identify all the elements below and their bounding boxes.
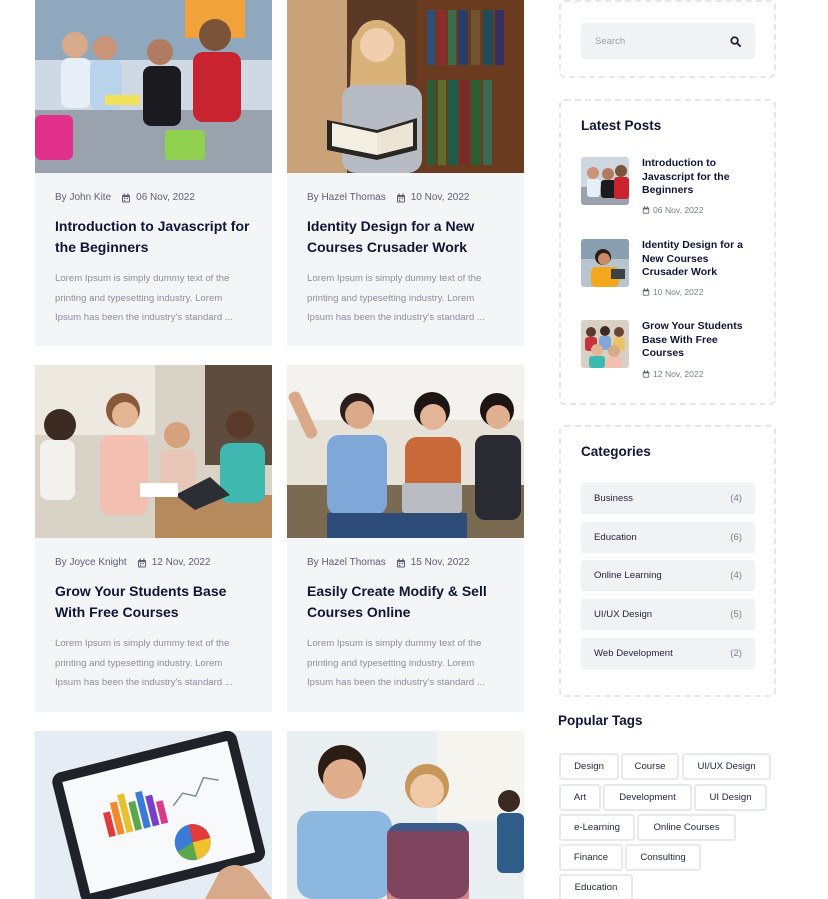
calendar-icon	[396, 558, 406, 568]
calendar-icon	[137, 558, 147, 568]
post-title[interactable]: Introduction to Javascript for the Begin…	[55, 216, 254, 258]
post-image[interactable]	[35, 0, 272, 173]
tag-design[interactable]: Design	[559, 753, 619, 780]
post-date: 06 Nov, 2022	[136, 192, 195, 203]
latest-posts-heading: Latest Posts	[581, 118, 662, 133]
latest-post-date: 06 Nov, 2022	[642, 205, 703, 215]
post-meta: By Hazel Thomas 15 Nov, 2022	[307, 557, 470, 568]
category-item-education[interactable]: Education (6)	[581, 522, 755, 553]
calendar-icon	[642, 206, 650, 214]
post-title[interactable]: Grow Your Students Base With Free Course…	[55, 581, 254, 623]
tag-e-learning[interactable]: e-Learning	[559, 814, 635, 841]
latest-post-title[interactable]: Grow Your Students Base With Free Course…	[642, 320, 756, 361]
post-date: 15 Nov, 2022	[410, 557, 470, 568]
post-image[interactable]	[35, 365, 272, 538]
latest-post-thumbnail[interactable]	[581, 157, 629, 205]
post-meta: By Joyce Knight 12 Nov, 2022	[55, 557, 210, 568]
category-count: (6)	[730, 532, 742, 543]
tag-art[interactable]: Art	[559, 784, 601, 811]
latest-post-date-text: 10 Nov, 2022	[653, 287, 704, 297]
tag-ui-design[interactable]: UI Design	[694, 784, 767, 811]
category-count: (2)	[730, 648, 742, 659]
category-label: Web Development	[594, 648, 673, 659]
latest-post-title[interactable]: Introduction to Javascript for the Begin…	[642, 157, 756, 198]
tag-ui-ux-design[interactable]: UI/UX Design	[682, 753, 771, 780]
post-author[interactable]: By Joyce Knight	[55, 557, 127, 568]
calendar-icon	[642, 370, 650, 378]
post-excerpt: Lorem Ipsum is simply dummy text of the …	[55, 638, 233, 688]
category-item-online-learning[interactable]: Online Learning (4)	[581, 560, 755, 591]
post-date: 10 Nov, 2022	[410, 192, 470, 203]
latest-post-date-text: 06 Nov, 2022	[653, 205, 704, 215]
blog-card[interactable]	[35, 731, 272, 899]
latest-post-date-text: 12 Nov, 2022	[653, 369, 704, 379]
post-author[interactable]: By Hazel Thomas	[307, 192, 386, 203]
post-image[interactable]	[287, 365, 524, 538]
category-label: Online Learning	[594, 570, 662, 581]
category-item-web-development[interactable]: Web Development (2)	[581, 638, 755, 669]
category-label: UI/UX Design	[594, 609, 653, 620]
post-title[interactable]: Identity Design for a New Courses Crusad…	[307, 216, 506, 258]
search-widget: Search	[559, 0, 776, 78]
latest-post-item[interactable]: Identity Design for a New Courses Crusad…	[581, 239, 756, 309]
post-date: 12 Nov, 2022	[151, 557, 211, 568]
tag-course[interactable]: Course	[621, 753, 679, 780]
post-excerpt: Lorem Ipsum is simply dummy text of the …	[55, 273, 233, 323]
post-excerpt: Lorem Ipsum is simply dummy text of the …	[307, 638, 485, 688]
tag-consulting[interactable]: Consulting	[625, 844, 701, 871]
latest-post-item[interactable]: Grow Your Students Base With Free Course…	[581, 320, 756, 390]
latest-posts-widget: Latest Posts Introduction to Javascript …	[559, 99, 776, 405]
category-label: Education	[594, 532, 637, 543]
category-item-ui-ux-design[interactable]: UI/UX Design (5)	[581, 599, 755, 630]
post-image[interactable]	[35, 731, 272, 899]
category-item-business[interactable]: Business (4)	[581, 483, 755, 514]
calendar-icon	[642, 288, 650, 296]
tag-education[interactable]: Education	[559, 874, 633, 899]
latest-post-date: 12 Nov, 2022	[642, 369, 703, 379]
blog-card[interactable]: By Joyce Knight 12 Nov, 2022 Grow Your S…	[35, 365, 272, 712]
post-author[interactable]: By John Kite	[55, 192, 111, 203]
categories-widget: Categories Business (4) Education (6) On…	[559, 425, 776, 697]
post-title[interactable]: Easily Create Modify & Sell Courses Onli…	[307, 581, 506, 623]
post-image[interactable]	[287, 731, 524, 899]
latest-post-title[interactable]: Identity Design for a New Courses Crusad…	[642, 239, 756, 280]
popular-tags-heading: Popular Tags	[558, 713, 643, 728]
post-image[interactable]	[287, 0, 524, 173]
category-label: Business	[594, 493, 633, 504]
tag-online-courses[interactable]: Online Courses	[637, 814, 736, 841]
latest-post-date: 10 Nov, 2022	[642, 287, 703, 297]
blog-card[interactable]: By Hazel Thomas 15 Nov, 2022 Easily Crea…	[287, 365, 524, 712]
calendar-icon	[396, 193, 406, 203]
post-author[interactable]: By Hazel Thomas	[307, 557, 386, 568]
post-meta: By Hazel Thomas 10 Nov, 2022	[307, 192, 470, 203]
latest-post-thumbnail[interactable]	[581, 239, 629, 287]
search-placeholder: Search	[595, 35, 626, 47]
latest-post-thumbnail[interactable]	[581, 320, 629, 368]
blog-card[interactable]: By Hazel Thomas 10 Nov, 2022 Identity De…	[287, 0, 524, 346]
categories-heading: Categories	[581, 444, 651, 459]
blog-card[interactable]: By John Kite 06 Nov, 2022 Introduction t…	[35, 0, 272, 346]
latest-post-item[interactable]: Introduction to Javascript for the Begin…	[581, 157, 756, 227]
search-icon[interactable]	[730, 35, 741, 47]
category-count: (5)	[730, 609, 742, 620]
category-count: (4)	[730, 570, 742, 581]
calendar-icon	[121, 193, 131, 203]
tag-development[interactable]: Development	[603, 784, 692, 811]
search-input[interactable]: Search	[581, 23, 755, 59]
blog-card[interactable]	[287, 731, 524, 899]
category-count: (4)	[730, 493, 742, 504]
post-meta: By John Kite 06 Nov, 2022	[55, 192, 195, 203]
post-excerpt: Lorem Ipsum is simply dummy text of the …	[307, 273, 485, 323]
tag-finance[interactable]: Finance	[559, 844, 623, 871]
